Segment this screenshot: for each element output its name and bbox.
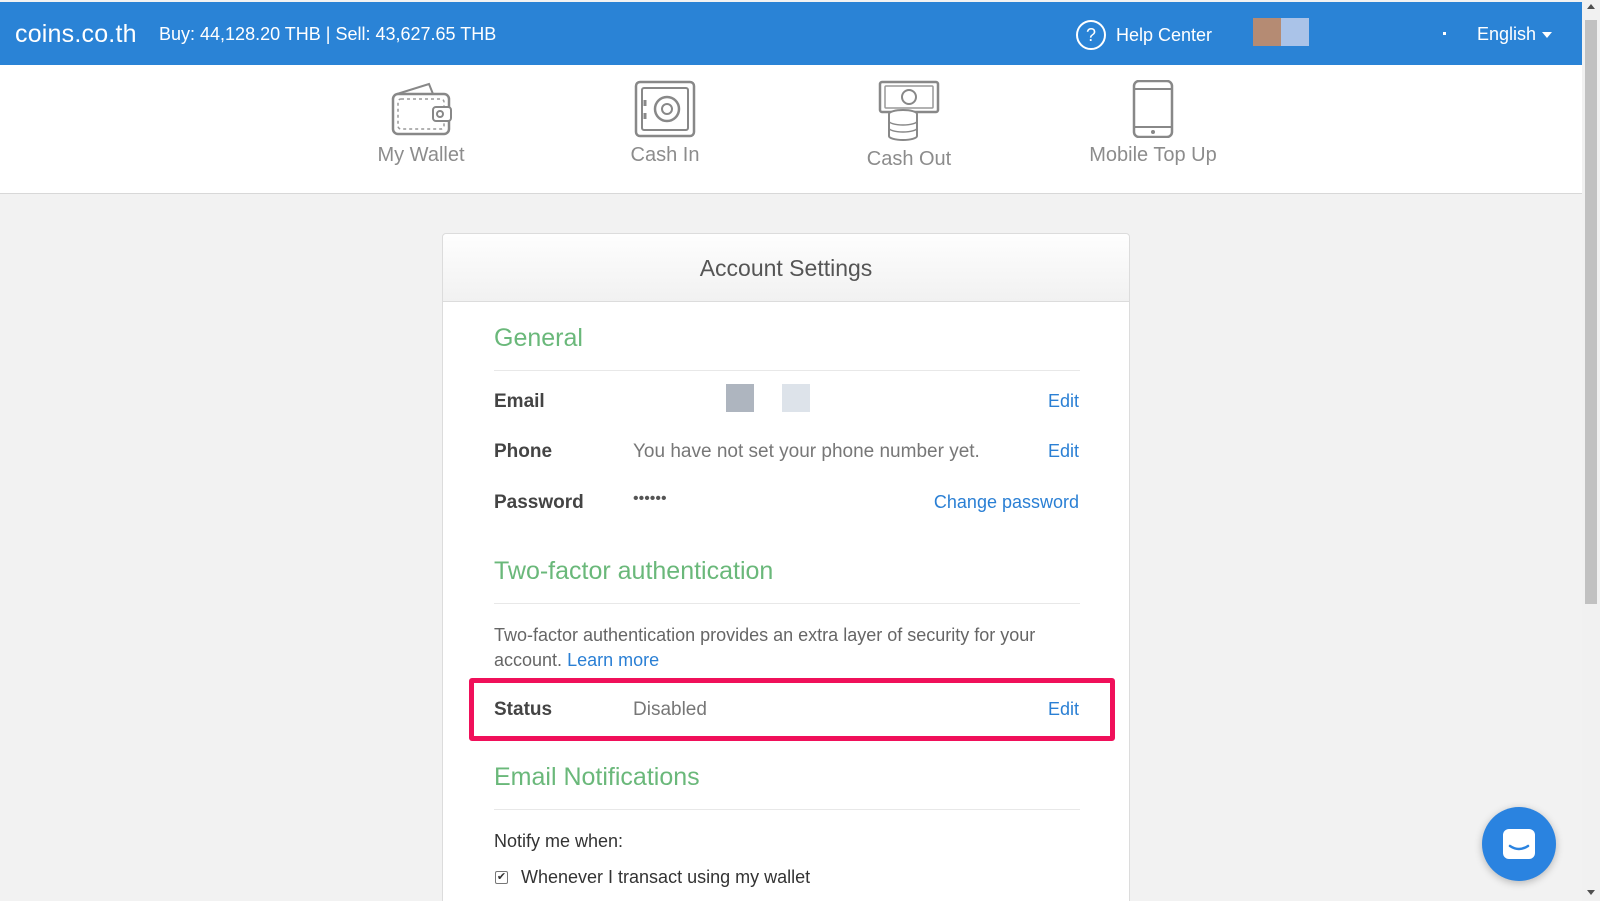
two-factor-description: Two-factor authentication provides an ex… [494,623,1074,673]
nav-label: My Wallet [377,144,465,166]
divider [494,603,1080,604]
page-scrollbar[interactable] [1582,0,1600,901]
menu-dot-icon [1443,32,1446,35]
language-selector[interactable]: English [1477,24,1553,45]
notify-option-label: Whenever I transact using my wallet [521,867,811,887]
top-bar: coins.co.th Buy: 44,128.20 THB | Sell: 4… [0,2,1582,65]
user-avatar[interactable] [1253,18,1309,46]
avatar-block [1281,18,1309,46]
safe-icon [634,80,696,138]
exchange-rates: Buy: 44,128.20 THB | Sell: 43,627.65 THB [159,24,497,44]
nav-item-mobile-top-up[interactable]: Mobile Top Up [1053,80,1253,167]
change-password-link[interactable]: Change password [934,492,1079,513]
scroll-down-icon[interactable] [1587,890,1595,895]
notify-checkbox[interactable]: ✔ [495,871,508,884]
language-label: English [1477,24,1537,44]
chevron-down-icon [1542,31,1553,38]
scroll-thumb[interactable] [1585,20,1597,604]
help-center-label: Help Center [1116,24,1213,45]
email-redacted [782,384,810,412]
brand-logo[interactable]: coins.co.th [15,20,137,49]
scroll-up-icon[interactable] [1587,4,1595,9]
cash-coins-icon [878,80,940,141]
nav-label: Mobile Top Up [1089,144,1217,166]
password-value: •••••• [633,490,667,507]
help-center-link[interactable]: ? Help Center [1076,20,1212,50]
password-label: Password [494,492,584,513]
nav-item-cash-out[interactable]: Cash Out [809,80,1009,171]
status-highlight-box [469,678,1115,741]
account-settings-card: Account Settings General Email Edit Phon… [442,233,1130,901]
divider [494,809,1080,810]
notify-intro: Notify me when: [494,831,624,851]
mobile-phone-icon [1132,80,1174,138]
phone-value: You have not set your phone number yet. [633,441,980,462]
divider [494,370,1080,371]
nav-label: Cash In [630,144,700,166]
chat-icon [1503,829,1535,859]
email-redacted [726,384,754,412]
email-edit-link[interactable]: Edit [1048,391,1079,412]
section-title-general: General [494,324,583,352]
nav-item-my-wallet[interactable]: My Wallet [321,80,521,167]
learn-more-link[interactable]: Learn more [567,650,659,670]
chat-launcher-button[interactable] [1482,807,1556,881]
section-title-two-factor: Two-factor authentication [494,557,774,585]
wallet-icon [391,82,452,136]
card-title: Account Settings [443,234,1129,302]
nav-item-cash-in[interactable]: Cash In [565,80,765,167]
nav-label: Cash Out [866,148,952,170]
question-circle-icon: ? [1076,20,1106,50]
phone-label: Phone [494,441,553,462]
section-title-email-notifications: Email Notifications [494,763,700,791]
phone-edit-link[interactable]: Edit [1048,441,1079,462]
main-nav: My Wallet Cash In Cash Out Mobile Top Up [0,65,1582,194]
avatar-block [1253,18,1281,46]
email-label: Email [494,391,545,412]
